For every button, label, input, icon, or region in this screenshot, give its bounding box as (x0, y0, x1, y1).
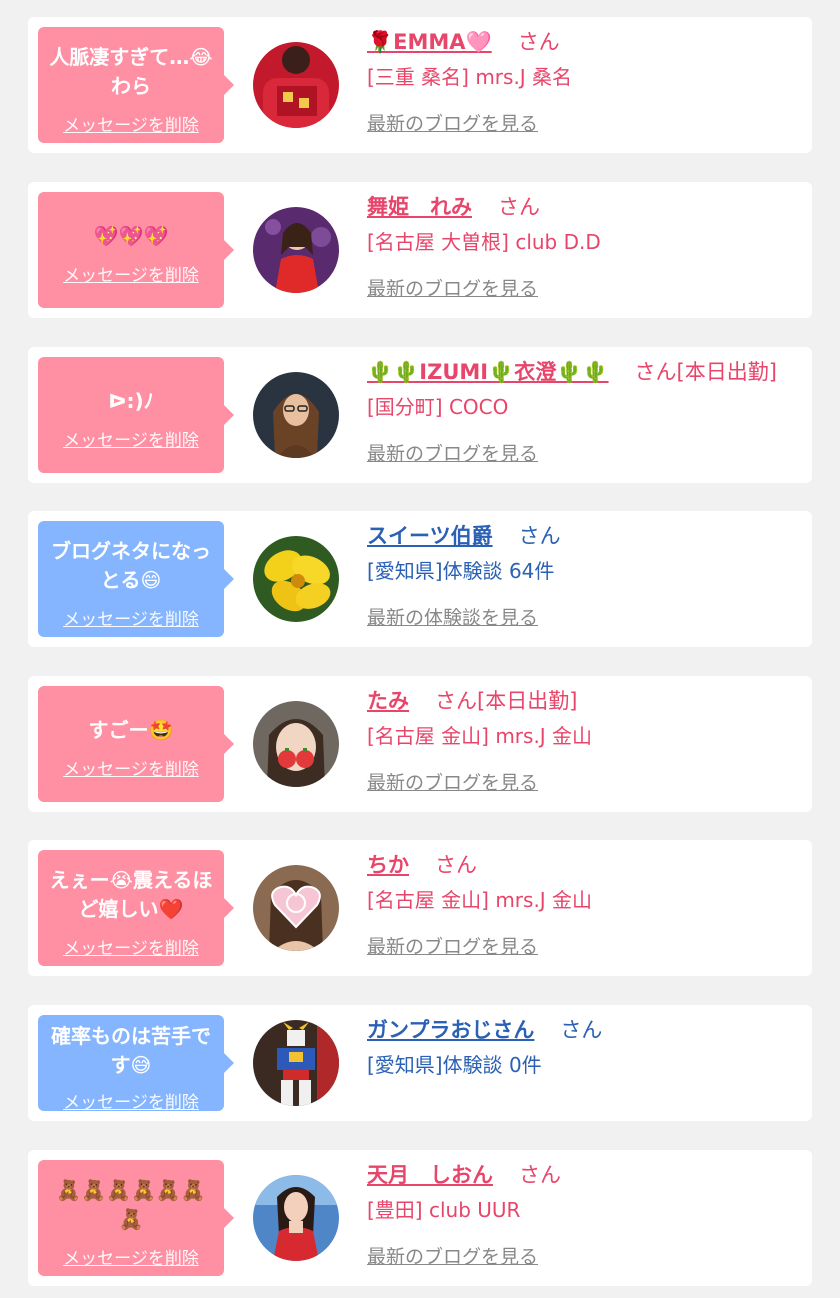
message-card: 確率ものは苦手です😅 メッセージを削除 ガンプラおじさん さん [愛知県]体験談 … (28, 1005, 812, 1121)
delete-message-link[interactable]: メッセージを削除 (63, 1088, 199, 1113)
shop-info: [国分町] COCO (367, 395, 509, 419)
name-suffix: さん (560, 1018, 603, 1042)
review-count: [愛知県]体験談 64件 (367, 559, 555, 583)
latest-review-link[interactable]: 最新の体験談を見る (367, 605, 802, 631)
latest-blog-link[interactable]: 最新のブログを見る (367, 770, 802, 796)
latest-blog-link[interactable]: 最新のブログを見る (367, 934, 802, 960)
message-card: すごー🤩 メッセージを削除 たみ さん[本日出勤] [名古屋 金山] mrs.J … (28, 676, 812, 812)
user-name-link[interactable]: 舞姫 れみ (367, 195, 472, 219)
avatar[interactable] (253, 42, 339, 128)
user-name-link[interactable]: ちか (367, 853, 409, 877)
shop-info: [豊田] club UUR (367, 1198, 521, 1222)
user-name-link[interactable]: ガンプラおじさん (367, 1018, 534, 1042)
yellow-flower-avatar-icon (253, 536, 339, 622)
name-suffix: さん (435, 853, 477, 877)
avatar[interactable] (253, 536, 339, 622)
user-name-link[interactable]: たみ (367, 689, 409, 713)
message-text: えぇー😭震えるほど嬉しい❤️ (49, 867, 213, 921)
message-card: ᐅ:)ﾉ メッセージを削除 🌵🌵IZUMI🌵衣澄🌵🌵 さん[本日出勤] [国分町]… (28, 347, 812, 483)
latest-blog-link[interactable]: 最新のブログを見る (367, 441, 802, 467)
latest-blog-link[interactable]: 最新のブログを見る (367, 111, 802, 137)
message-bubble: ᐅ:)ﾉ メッセージを削除 (38, 357, 234, 473)
woman-red-avatar-icon (253, 1175, 339, 1261)
message-bubble: 💖💖💖 メッセージを削除 (38, 192, 234, 308)
message-text: ブログネタになっとる😄 (51, 538, 211, 592)
avatar[interactable] (253, 865, 339, 951)
message-text: ᐅ:)ﾉ (108, 389, 154, 413)
message-text: 人脈凄すぎて…😂わら (49, 44, 213, 98)
avatar[interactable] (253, 1175, 339, 1261)
heart-sticker-avatar-icon (253, 865, 339, 951)
user-name-link[interactable]: 天月 しおん (367, 1163, 493, 1187)
delete-message-link[interactable]: メッセージを削除 (63, 934, 199, 959)
message-bubble: すごー🤩 メッセージを削除 (38, 686, 234, 802)
strawberry-face-avatar-icon (253, 701, 339, 787)
avatar[interactable] (253, 372, 339, 458)
message-bubble: 確率ものは苦手です😅 メッセージを削除 (38, 1015, 234, 1113)
avatar[interactable] (253, 207, 339, 293)
shop-info: [名古屋 金山] mrs.J 金山 (367, 724, 593, 748)
message-bubble: 🧸🧸🧸🧸🧸🧸🧸 メッセージを削除 (38, 1160, 234, 1276)
name-suffix: さん (519, 1163, 561, 1187)
message-card: えぇー😭震えるほど嬉しい❤️ メッセージを削除 ちか さん [名古屋 金山] mr… (28, 840, 812, 976)
message-card: 💖💖💖 メッセージを削除 舞姫 れみ さん [名古屋 大曽根] club D.D … (28, 182, 812, 318)
name-suffix: さん (518, 524, 561, 548)
message-text: 確率ものは苦手です😅 (51, 1023, 211, 1077)
message-card: 人脈凄すぎて…😂わら メッセージを削除 🌹EMMA🩷 さん [三重 桑名] mrs… (28, 17, 812, 153)
message-text: すごー🤩 (88, 718, 174, 742)
latest-blog-link[interactable]: 最新のブログを見る (367, 1244, 802, 1270)
red-sweater-avatar-icon (253, 42, 339, 128)
delete-message-link[interactable]: メッセージを削除 (63, 1244, 199, 1269)
latest-blog-link[interactable]: 最新のブログを見る (367, 276, 802, 302)
red-dress-avatar-icon (253, 207, 339, 293)
delete-message-link[interactable]: メッセージを削除 (63, 426, 199, 451)
review-count: [愛知県]体験談 0件 (367, 1053, 542, 1077)
name-suffix: さん[本日出勤] (435, 689, 578, 713)
delete-message-link[interactable]: メッセージを削除 (63, 111, 199, 136)
delete-message-link[interactable]: メッセージを削除 (63, 605, 199, 630)
shop-info: [名古屋 金山] mrs.J 金山 (367, 888, 593, 912)
woman-glasses-avatar-icon (253, 372, 339, 458)
delete-message-link[interactable]: メッセージを削除 (63, 755, 199, 780)
avatar[interactable] (253, 701, 339, 787)
name-suffix: さん (517, 30, 560, 54)
message-text: 🧸🧸🧸🧸🧸🧸🧸 (56, 1177, 206, 1231)
name-suffix: さん[本日出勤] (634, 360, 777, 384)
message-bubble: 人脈凄すぎて…😂わら メッセージを削除 (38, 27, 234, 143)
user-name-link[interactable]: 🌵🌵IZUMI🌵衣澄🌵🌵 (367, 360, 609, 384)
shop-info: [三重 桑名] mrs.J 桑名 (367, 65, 573, 89)
message-card: 🧸🧸🧸🧸🧸🧸🧸 メッセージを削除 天月 しおん さん [豊田] club UUR … (28, 1150, 812, 1286)
robot-model-avatar-icon (253, 1020, 339, 1106)
avatar[interactable] (253, 1020, 339, 1106)
message-text: 💖💖💖 (93, 224, 169, 248)
message-card: ブログネタになっとる😄 メッセージを削除 スイーツ伯爵 さん [愛知県]体験談 6… (28, 511, 812, 647)
shop-info: [名古屋 大曽根] club D.D (367, 230, 601, 254)
message-bubble: えぇー😭震えるほど嬉しい❤️ メッセージを削除 (38, 850, 234, 966)
message-bubble: ブログネタになっとる😄 メッセージを削除 (38, 521, 234, 637)
name-suffix: さん (498, 195, 540, 219)
delete-message-link[interactable]: メッセージを削除 (63, 261, 199, 286)
user-name-link[interactable]: スイーツ伯爵 (367, 524, 493, 548)
user-name-link[interactable]: 🌹EMMA🩷 (367, 30, 492, 54)
message-list: 人脈凄すぎて…😂わら メッセージを削除 🌹EMMA🩷 さん [三重 桑名] mrs… (0, 0, 840, 1298)
